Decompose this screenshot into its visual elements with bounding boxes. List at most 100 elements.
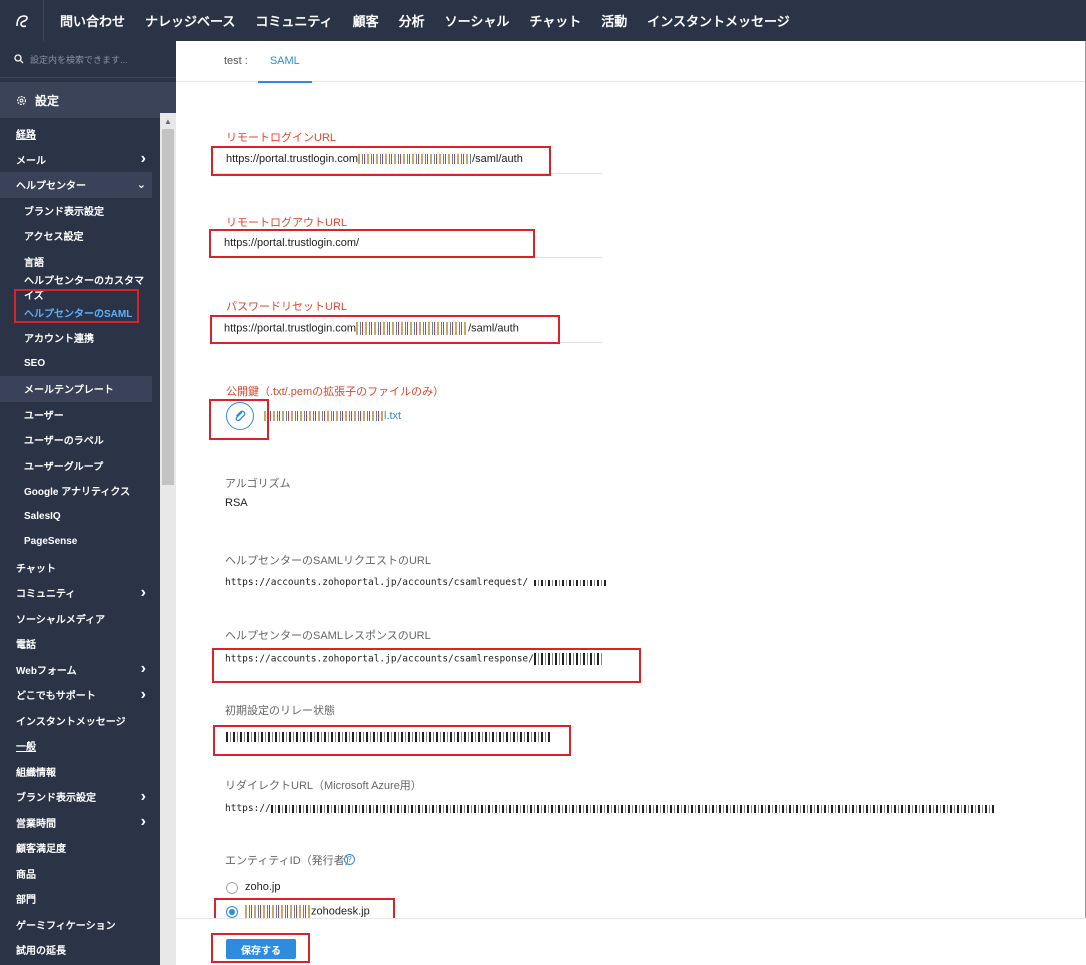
entity-option-zoho-label[interactable]: zoho.jp [245,881,280,893]
chevron-right-icon: › [140,660,146,678]
sidebar-item-31[interactable]: ゲーミフィケーション [0,912,160,938]
sidebar-scroll-thumb[interactable] [162,129,174,485]
chevron-right-icon: › [140,685,146,703]
saml-request-url-value: https://accounts.zohoportal.jp/accounts/… [225,577,608,588]
sidebar-item-11[interactable]: ユーザー [0,402,160,428]
sidebar-item-label: Google アナリティクス [24,487,131,499]
nav-item-7[interactable]: 活動 [591,11,637,30]
sidebar-item-9[interactable]: SEO [0,351,160,377]
sidebar-item-16[interactable]: PageSense [0,529,160,555]
sidebar-item-1[interactable]: メール › [0,147,160,173]
sidebar-item-label: どこでもサポート [16,691,96,703]
nav-item-6[interactable]: チャット [519,11,591,30]
chevron-right-icon: › [140,787,146,805]
sidebar-item-label: 商品 [16,869,36,881]
sidebar-item-22[interactable]: どこでもサポート › [0,682,160,708]
nav-item-2[interactable]: コミュニティ [245,11,342,30]
annotation-box [209,399,269,440]
sidebar-item-24[interactable]: 一般 [0,733,160,759]
saml-request-url-label: ヘルプセンターのSAMLリクエストのURL [225,555,431,567]
public-key-label: 公開鍵（.txt/.pemの拡張子のファイルのみ） [226,386,445,398]
redacted-segment [264,411,384,422]
nav-item-3[interactable]: 顧客 [343,11,389,30]
app-logo-icon[interactable] [0,0,44,41]
login-url-label: リモートログインURL [226,132,337,144]
redirect-url-label: リダイレクトURL（Microsoft Azure用） [225,780,422,792]
sidebar-item-18[interactable]: コミュニティ › [0,580,160,606]
sidebar-item-19[interactable]: ソーシャルメディア [0,606,160,632]
sidebar-item-10[interactable]: メールテンプレート [0,376,152,402]
sidebar-item-28[interactable]: 顧客満足度 [0,835,160,861]
settings-title: 設定 [35,93,60,108]
sidebar-item-30[interactable]: 部門 [0,886,160,912]
sidebar-item-label: ブランド表示設定 [16,793,96,805]
sidebar-item-label: ユーザーグループ [24,461,104,473]
public-key-filename[interactable]: l.txt [264,410,401,422]
chevron-down-icon: ⌄ [136,179,146,192]
saml-request-url-text: https://accounts.zohoportal.jp/accounts/… [225,577,529,588]
nav-item-8[interactable]: インスタントメッセージ [637,11,799,30]
sidebar-item-2[interactable]: ヘルプセンター ⌄ [0,172,152,198]
annotation-box [209,229,535,258]
relay-state-label: 初期設定のリレー状態 [225,705,335,717]
annotation-box [213,725,571,756]
sidebar-item-label: ゲーミフィケーション [16,920,116,932]
sidebar-item-25[interactable]: 組織情報 [0,759,160,785]
redacted-segment [270,804,996,813]
sidebar-item-label: 組織情報 [16,767,56,779]
sidebar-item-20[interactable]: 電話 [0,631,160,657]
public-key-file-suffix: l.txt [384,410,402,422]
sidebar-item-label: 顧客満足度 [16,844,66,856]
sidebar-item-label: 試用の延長 [16,946,66,958]
sidebar-item-0[interactable]: 経路 [0,121,160,147]
sidebar-item-3[interactable]: ブランド表示設定 [0,198,160,224]
entity-option-zoho-radio[interactable] [226,882,238,894]
sidebar-item-12[interactable]: ユーザーのラベル [0,427,160,453]
sidebar-item-14[interactable]: Google アナリティクス [0,478,160,504]
sidebar-item-5[interactable]: 言語 [0,249,160,275]
sidebar-item-label: 部門 [16,895,36,907]
sidebar-item-label: ソーシャルメディア [16,614,106,626]
entity-id-label: エンティティID（発行者） [225,855,356,867]
sidebar-item-label: ユーザー [24,410,64,422]
settings-header[interactable]: 設定 [0,82,176,118]
tab-saml[interactable]: SAML [257,41,312,83]
scroll-up-icon[interactable]: ▲ [164,117,172,126]
nav-item-5[interactable]: ソーシャル [435,11,520,30]
sidebar-item-29[interactable]: 商品 [0,861,160,887]
sidebar-item-label: インスタントメッセージ [16,716,126,728]
nav-item-1[interactable]: ナレッジベース [135,11,245,30]
sidebar-item-17[interactable]: チャット [0,555,160,581]
sidebar-item-32[interactable]: 試用の延長 [0,937,160,963]
sidebar-item-label: SalesIQ [24,510,61,522]
sidebar-item-label: Webフォーム [16,665,77,677]
sidebar-item-27[interactable]: 営業時間 › [0,810,160,836]
help-icon[interactable]: ? [344,854,355,865]
settings-sidebar: 設定内を検索できます... 設定 経路 メール › ヘルプセンター ⌄ ブランド表示設定ア… [0,41,176,965]
sidebar-item-label: 一般 [16,742,36,754]
search-icon [14,54,24,64]
settings-search[interactable]: 設定内を検索できます... [0,41,176,78]
sidebar-item-26[interactable]: ブランド表示設定 › [0,784,160,810]
chevron-right-icon: › [140,583,146,601]
sidebar-item-21[interactable]: Webフォーム › [0,657,160,683]
sidebar-item-label: チャット [16,563,56,575]
sidebar-item-8[interactable]: アカウント連携 [0,325,160,351]
sidebar-item-label: 営業時間 [16,818,56,830]
sidebar-item-4[interactable]: アクセス設定 [0,223,160,249]
redacted-segment [533,579,608,586]
sidebar-item-23[interactable]: インスタントメッセージ [0,708,160,734]
nav-item-4[interactable]: 分析 [389,11,435,30]
form-footer [176,918,1086,965]
tab-bar: test : SAML [176,41,1085,83]
sidebar-item-label: メール [16,155,46,167]
chevron-right-icon: › [140,813,146,831]
sidebar-item-label: コミュニティ [16,589,76,601]
sidebar-item-label: SEO [24,357,46,369]
search-input[interactable]: 設定内を検索できます... [30,53,128,66]
sidebar-item-13[interactable]: ユーザーグループ [0,453,160,479]
logout-url-label: リモートログアウトURL [226,217,348,229]
algorithm-value: RSA [225,497,248,509]
sidebar-item-15[interactable]: SalesIQ [0,504,160,530]
nav-item-0[interactable]: 問い合わせ [44,11,135,30]
